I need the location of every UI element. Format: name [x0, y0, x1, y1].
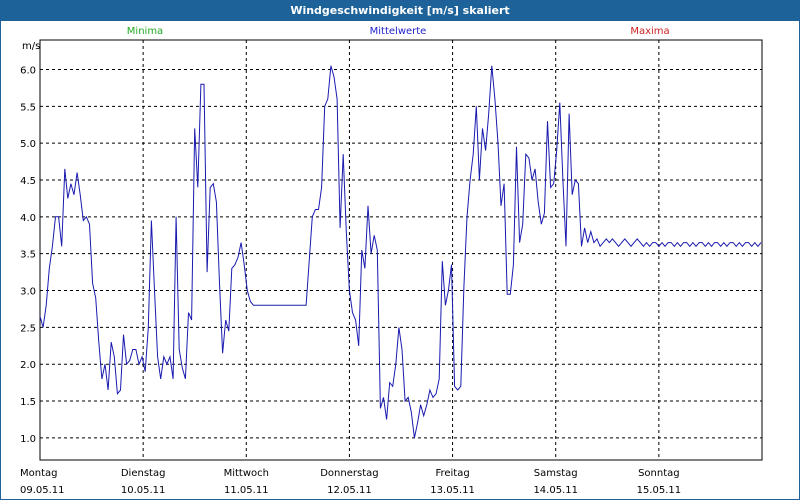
x-day-name: Dienstag [121, 468, 166, 479]
x-day-name: Freitag [435, 468, 469, 479]
legend-minima: Minima [127, 26, 163, 37]
y-tick-label: 4.5 [20, 176, 36, 187]
wind-speed-chart: Minima Mittelwerte Maxima m/s 1.0 1.5 2.0 2… [20, 26, 763, 496]
x-day-name: Montag [20, 468, 57, 479]
plot-border [39, 39, 763, 461]
x-day-name: Sonntag [638, 468, 680, 479]
legend-maxima: Maxima [630, 26, 669, 37]
y-tick-label: 2.5 [20, 323, 36, 334]
series-line-mittelwerte [39, 65, 762, 439]
x-day-date: 14.05.11 [533, 485, 578, 496]
y-tick-label: 5.5 [20, 102, 36, 113]
x-day-date: 11.05.11 [224, 485, 269, 496]
y-tick-label: 5.0 [20, 139, 36, 150]
y-tick-label: 1.5 [20, 397, 36, 408]
x-day-name: Donnerstag [320, 468, 378, 479]
x-day-name: Mittwoch [224, 468, 269, 479]
x-day-date: 10.05.11 [121, 485, 166, 496]
x-day-date: 09.05.11 [20, 485, 65, 496]
x-day-date: 13.05.11 [430, 485, 475, 496]
x-day-name: Samstag [534, 468, 578, 479]
y-tick-label: 3.0 [20, 287, 36, 298]
x-day-date: 15.05.11 [637, 485, 682, 496]
y-tick-labels: 1.0 1.5 2.0 2.5 3.0 3.5 4.0 4.5 5.0 5.5 6.0 [20, 65, 36, 444]
y-tick-label: 2.0 [20, 360, 36, 371]
y-axis-unit: m/s [22, 41, 40, 52]
legend-mittelwerte: Mittelwerte [370, 26, 427, 37]
series-layer [39, 65, 762, 439]
y-tick-label: 3.5 [20, 250, 36, 261]
x-day-labels: Montag 09.05.11 Dienstag 10.05.11 Mittwoch 11… [20, 468, 681, 496]
y-tick-label: 1.0 [20, 434, 36, 445]
x-day-date: 12.05.11 [327, 485, 372, 496]
y-tick-label: 4.0 [20, 213, 36, 224]
y-tick-label: 6.0 [20, 65, 36, 76]
grid [39, 39, 763, 461]
